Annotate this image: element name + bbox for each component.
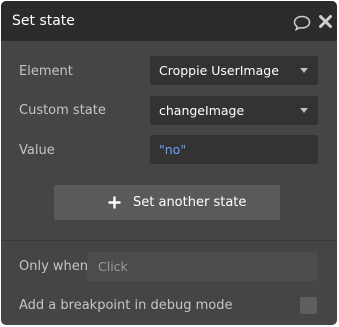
custom-state-dropdown[interactable]: changeImage <box>150 96 318 125</box>
set-state-panel: Set state Element Croppie UserImage Cust… <box>1 1 337 325</box>
plus-icon <box>108 196 121 209</box>
chevron-down-icon <box>300 108 308 113</box>
value-label: Value <box>19 143 55 158</box>
set-another-state-label: Set another state <box>133 195 247 210</box>
close-icon[interactable] <box>319 15 332 28</box>
custom-state-value: changeImage <box>159 103 245 118</box>
breakpoint-checkbox[interactable] <box>300 297 317 314</box>
custom-state-label: Custom state <box>19 103 106 118</box>
only-when-placeholder: Click <box>98 259 128 274</box>
value-expression: "no" <box>159 142 187 157</box>
value-input[interactable]: "no" <box>150 135 318 164</box>
comment-icon[interactable] <box>293 15 311 31</box>
chevron-down-icon <box>300 68 308 73</box>
element-label: Element <box>19 64 73 79</box>
set-another-state-button[interactable]: Set another state <box>54 185 280 220</box>
panel-title: Set state <box>12 13 75 29</box>
element-value: Croppie UserImage <box>159 63 279 78</box>
panel-header: Set state <box>1 1 337 41</box>
breakpoint-label: Add a breakpoint in debug mode <box>19 298 233 313</box>
section-divider <box>1 240 337 241</box>
element-dropdown[interactable]: Croppie UserImage <box>150 56 318 85</box>
only-when-input[interactable]: Click <box>87 252 318 281</box>
only-when-label: Only when <box>19 259 89 274</box>
